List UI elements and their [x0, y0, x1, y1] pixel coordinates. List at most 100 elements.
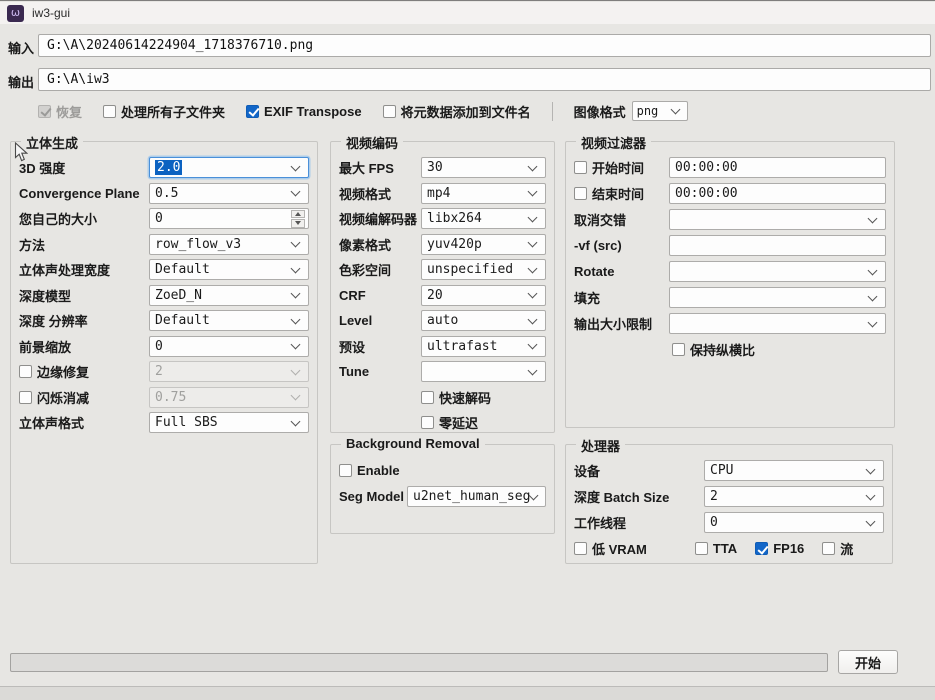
level-combo[interactable]: auto	[421, 310, 546, 331]
depth-model-combo[interactable]: ZoeD_N	[149, 285, 309, 306]
colorspace-combo[interactable]: unspecified	[421, 259, 546, 280]
device-combo[interactable]: CPU	[704, 460, 884, 481]
output-path-field[interactable]: G:\A\iw3	[38, 68, 931, 91]
seg-model-combo[interactable]: u2net_human_seg	[407, 486, 546, 507]
chevron-down-icon	[868, 265, 878, 275]
add-metadata-checkbox[interactable]: 将元数据添加到文件名	[383, 102, 531, 121]
rotate-combo[interactable]	[669, 261, 886, 282]
input-label: 输入	[8, 38, 34, 57]
row-worker-threads: 工作线程 0	[574, 512, 884, 533]
pixel-format-combo[interactable]: yuv420p	[421, 234, 546, 255]
start-time-checkbox[interactable]	[574, 161, 587, 174]
row-fast-decode: 快速解码	[421, 387, 546, 408]
end-time-checkbox[interactable]	[574, 187, 587, 200]
input-path-field[interactable]: G:\A\20240614224904_1718376710.png	[38, 34, 931, 57]
stereo-format-combo[interactable]: Full SBS	[149, 412, 309, 433]
row-vf-src: -vf (src)	[574, 235, 886, 256]
stereo-panel: 立体生成 3D 强度 2.0 Convergence Plane 0.5 您自己…	[10, 141, 318, 564]
status-strip	[0, 686, 935, 700]
restore-checkbox-box	[38, 105, 51, 118]
fast-decode-checkbox[interactable]	[421, 391, 434, 404]
chevron-down-icon	[528, 187, 538, 197]
encoding-panel: 视频编码 最大 FPS 30 视频格式 mp4 视频编解码器 libx264	[330, 141, 555, 433]
chevron-down-icon	[291, 340, 301, 350]
row-colorspace: 色彩空间 unspecified	[339, 259, 546, 280]
crf-combo[interactable]: 20	[421, 285, 546, 306]
spinner-buttons[interactable]	[291, 210, 305, 228]
flicker-reduction-combo: 0.75	[149, 387, 309, 408]
row-keep-aspect: 保持纵横比	[672, 339, 886, 360]
tune-combo[interactable]	[421, 361, 546, 382]
foreground-scale-combo[interactable]: 0	[149, 336, 309, 357]
your-own-size-spinner[interactable]: 0	[149, 208, 309, 229]
chevron-down-icon	[528, 161, 538, 171]
chevron-down-icon	[528, 212, 538, 222]
row-batch-size: 深度 Batch Size 2	[574, 486, 884, 507]
row-flicker: 闪烁消减 0.75	[19, 387, 309, 408]
3d-strength-combo[interactable]: 2.0	[149, 157, 309, 178]
start-button[interactable]: 开始	[838, 650, 898, 674]
chevron-down-icon	[291, 161, 301, 171]
convergence-plane-combo[interactable]: 0.5	[149, 183, 309, 204]
video-codec-combo[interactable]: libx264	[421, 208, 546, 229]
row-convergence: Convergence Plane 0.5	[19, 183, 309, 204]
low-vram-checkbox[interactable]: 低 VRAM	[574, 539, 647, 558]
chevron-down-icon	[291, 263, 301, 273]
chevron-down-icon	[291, 238, 301, 248]
row-foreground-scale: 前景缩放 0	[19, 336, 309, 357]
video-format-combo[interactable]: mp4	[421, 183, 546, 204]
title-bar: ω iw3-gui	[0, 2, 935, 24]
row-processor-flags: 低 VRAM TTA FP16 流	[574, 538, 884, 559]
depth-batch-size-combo[interactable]: 2	[704, 486, 884, 507]
chevron-down-icon	[291, 416, 301, 426]
depth-resolution-combo[interactable]: Default	[149, 310, 309, 331]
mouse-cursor-icon	[14, 142, 28, 163]
row-pad: 填充	[574, 287, 886, 308]
method-combo[interactable]: row_flow_v3	[149, 234, 309, 255]
enable-checkbox[interactable]	[339, 464, 352, 477]
row-start-time: 开始时间 00:00:00	[574, 157, 886, 178]
end-time-input[interactable]: 00:00:00	[669, 183, 886, 204]
subfolders-checkbox[interactable]: 处理所有子文件夹	[103, 102, 225, 121]
max-output-size-combo[interactable]	[669, 313, 886, 334]
worker-threads-combo[interactable]: 0	[704, 512, 884, 533]
pad-combo[interactable]	[669, 287, 886, 308]
flicker-reduction-checkbox[interactable]	[19, 391, 32, 404]
chevron-down-icon	[528, 263, 538, 273]
row-seg-model: Seg Model u2net_human_seg	[339, 486, 546, 507]
app-window: ω iw3-gui 输入 G:\A\20240614224904_1718376…	[0, 0, 935, 700]
row-device: 设备 CPU	[574, 460, 884, 481]
row-3d-strength: 3D 强度 2.0	[19, 157, 309, 178]
bg-removal-panel-title: Background Removal	[341, 436, 485, 451]
keep-aspect-checkbox[interactable]	[672, 343, 685, 356]
row-tune: Tune	[339, 361, 546, 382]
stereo-panel-title: 立体生成	[21, 133, 83, 152]
image-format-select[interactable]: png	[632, 101, 688, 121]
spin-down-icon[interactable]	[291, 219, 305, 228]
edge-fix-checkbox[interactable]	[19, 365, 32, 378]
start-time-input[interactable]: 00:00:00	[669, 157, 886, 178]
chevron-down-icon	[528, 289, 538, 299]
row-end-time: 结束时间 00:00:00	[574, 183, 886, 204]
chevron-down-icon	[868, 317, 878, 327]
deinterlace-combo[interactable]	[669, 209, 886, 230]
vf-src-input[interactable]	[669, 235, 886, 256]
fp16-checkbox[interactable]: FP16	[755, 541, 804, 556]
row-depth-resolution: 深度 分辨率 Default	[19, 310, 309, 331]
window-title: iw3-gui	[32, 6, 70, 20]
row-level: Level auto	[339, 310, 546, 331]
stereo-width-combo[interactable]: Default	[149, 259, 309, 280]
progress-bar	[10, 653, 828, 672]
max-fps-combo[interactable]: 30	[421, 157, 546, 178]
edge-fix-combo: 2	[149, 361, 309, 382]
stream-checkbox[interactable]: 流	[822, 539, 853, 558]
exif-transpose-checkbox[interactable]: EXIF Transpose	[246, 104, 362, 119]
row-bg-enable: Enable	[339, 460, 546, 481]
divider	[552, 102, 553, 121]
row-own-size: 您自己的大小 0	[19, 208, 309, 229]
chevron-down-icon	[866, 490, 876, 500]
zero-latency-checkbox[interactable]	[421, 416, 434, 429]
preset-combo[interactable]: ultrafast	[421, 336, 546, 357]
spin-up-icon[interactable]	[291, 210, 305, 219]
tta-checkbox[interactable]: TTA	[695, 541, 737, 556]
